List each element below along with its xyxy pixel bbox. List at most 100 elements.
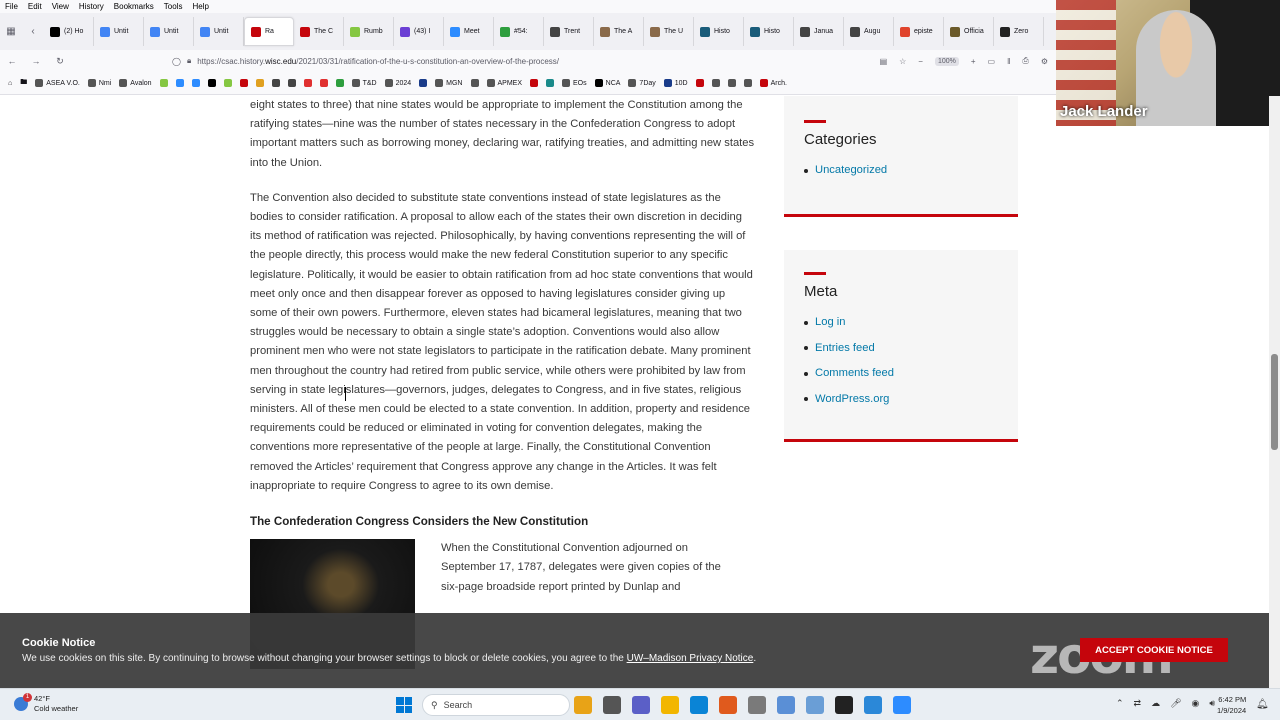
menu-history[interactable]: History <box>74 2 109 11</box>
zoom-level[interactable]: 100% <box>934 56 959 66</box>
taskbar-app-icon[interactable] <box>719 696 737 714</box>
browser-tab[interactable]: Ra <box>244 17 294 46</box>
tab-scroll-left-icon[interactable]: ‹ <box>22 26 44 37</box>
bookmark-item[interactable] <box>419 79 428 87</box>
bookmark-item[interactable]: Nmi <box>87 79 111 87</box>
accept-cookie-button[interactable]: ACCEPT COOKIE NOTICE <box>1080 638 1228 662</box>
folder-icon[interactable]: 🖿︎ <box>20 78 27 89</box>
bookmark-item[interactable]: NCA <box>594 79 620 87</box>
browser-tab[interactable]: Officia <box>944 17 994 46</box>
taskbar-app-icon[interactable] <box>835 696 853 714</box>
bookmark-item[interactable]: 7Day <box>628 79 656 87</box>
back-icon[interactable]: ← <box>0 56 24 66</box>
notification-bell-icon[interactable]: 🔔︎ <box>1256 699 1269 710</box>
zoom-in-icon[interactable]: + <box>971 57 976 66</box>
browser-tab[interactable]: Zero <box>994 17 1044 46</box>
bookmark-item[interactable] <box>175 79 184 87</box>
bookmark-item[interactable]: 2024 <box>384 79 411 87</box>
browser-tab[interactable]: The U <box>644 17 694 46</box>
weather-widget[interactable]: 1 42°F Cold weather <box>14 693 78 714</box>
browser-tab[interactable]: (43) I <box>394 17 444 46</box>
url-bar[interactable]: ◯ 🔒︎ https://csac.history.wisc.edu/2021/… <box>172 52 852 70</box>
bookmark-item[interactable]: MGN <box>435 79 463 87</box>
bookmark-item[interactable] <box>319 79 328 87</box>
browser-tab[interactable]: Meet <box>444 17 494 46</box>
menu-tools[interactable]: Tools <box>159 2 188 11</box>
browser-tab[interactable]: The C <box>294 17 344 46</box>
browser-tab[interactable]: episte <box>894 17 944 46</box>
sync-icon[interactable]: ⇄ <box>1134 698 1142 709</box>
browser-tab[interactable]: (2) Ho <box>44 17 94 46</box>
browser-tab[interactable]: Untit <box>94 17 144 46</box>
bookmark-item[interactable] <box>303 79 312 87</box>
bookmark-item[interactable]: ASEA V.O. <box>35 79 80 87</box>
taskbar-app-icon[interactable] <box>748 696 766 714</box>
library-icon[interactable]: ‖ <box>1007 57 1010 66</box>
chevron-up-icon[interactable]: ⌃ <box>1116 698 1124 709</box>
onedrive-icon[interactable]: ☁ <box>1151 698 1160 709</box>
bookmark-item[interactable] <box>711 79 720 87</box>
browser-tab[interactable]: Histo <box>694 17 744 46</box>
bookmark-item[interactable]: 10D <box>663 79 688 87</box>
sidebar-link[interactable]: Log in <box>804 310 998 336</box>
taskbar-app-icon[interactable] <box>690 696 708 714</box>
tab-overview-icon[interactable]: ▦ <box>0 26 22 37</box>
bookmark-item[interactable] <box>271 79 280 87</box>
menu-file[interactable]: File <box>0 2 23 11</box>
taskbar-search[interactable]: ⚲ Search <box>422 694 570 716</box>
browser-tab[interactable]: Janua <box>794 17 844 46</box>
bookmark-item[interactable]: Avalon <box>119 79 152 87</box>
reload-icon[interactable]: ↻ <box>48 56 72 67</box>
clock[interactable]: 6:42 PM 1/9/2024 <box>1217 694 1246 716</box>
bookmark-item[interactable] <box>546 79 555 87</box>
volume-icon[interactable]: 🔊︎ <box>1209 698 1215 709</box>
wifi-icon[interactable]: ◉ <box>1192 698 1200 709</box>
taskbar-app-icon[interactable] <box>806 696 824 714</box>
zoom-out-icon[interactable]: − <box>918 57 923 66</box>
bookmark-item[interactable]: EOs <box>562 79 587 87</box>
sidebar-link[interactable]: Uncategorized <box>804 158 998 184</box>
browser-tab[interactable]: Untit <box>144 17 194 46</box>
browser-tab[interactable]: Histo <box>744 17 794 46</box>
forward-icon[interactable]: → <box>24 56 48 66</box>
taskbar-app-icon[interactable] <box>661 696 679 714</box>
start-button[interactable] <box>396 697 412 713</box>
microphone-icon[interactable]: 🎤︎ <box>1170 698 1181 709</box>
home-icon[interactable]: ⌂ <box>8 80 12 87</box>
bookmark-item[interactable]: APMEX <box>486 79 522 87</box>
menu-bookmarks[interactable]: Bookmarks <box>109 2 159 11</box>
bookmark-item[interactable]: Arch. <box>759 79 787 87</box>
container-icon[interactable]: ▭ <box>988 57 996 66</box>
bookmark-item[interactable] <box>191 79 200 87</box>
settings-icon[interactable]: ⚙ <box>1041 57 1048 66</box>
bookmark-item[interactable] <box>695 79 704 87</box>
bookmark-item[interactable] <box>727 79 736 87</box>
taskbar-app-icon[interactable] <box>864 696 882 714</box>
bookmark-item[interactable]: T&D <box>351 79 377 87</box>
bookmark-item[interactable] <box>335 79 344 87</box>
print-icon[interactable]: ⎙ <box>1022 56 1028 66</box>
sidebar-link[interactable]: WordPress.org <box>804 387 998 413</box>
menu-view[interactable]: View <box>47 2 74 11</box>
bookmark-item[interactable] <box>159 79 168 87</box>
browser-tab[interactable]: Rumb <box>344 17 394 46</box>
taskbar-app-icon[interactable] <box>632 696 650 714</box>
menu-help[interactable]: Help <box>187 2 213 11</box>
sidebar-link[interactable]: Entries feed <box>804 336 998 362</box>
reader-view-icon[interactable]: ▤ <box>880 57 888 66</box>
sidebar-link[interactable]: Comments feed <box>804 361 998 387</box>
browser-tab[interactable]: The A <box>594 17 644 46</box>
bookmark-item[interactable] <box>470 79 479 87</box>
bookmark-item[interactable] <box>255 79 264 87</box>
bookmark-item[interactable] <box>287 79 296 87</box>
bookmark-item[interactable] <box>743 79 752 87</box>
taskbar-app-icon[interactable] <box>777 696 795 714</box>
browser-tab[interactable]: Untit <box>194 17 244 46</box>
scrollbar-thumb[interactable] <box>1271 354 1278 450</box>
bookmark-item[interactable] <box>223 79 232 87</box>
taskbar-app-icon[interactable] <box>603 696 621 714</box>
page-scrollbar[interactable] <box>1269 96 1280 688</box>
bookmark-item[interactable] <box>530 79 539 87</box>
bookmark-item[interactable] <box>207 79 216 87</box>
browser-tab[interactable]: Trent <box>544 17 594 46</box>
